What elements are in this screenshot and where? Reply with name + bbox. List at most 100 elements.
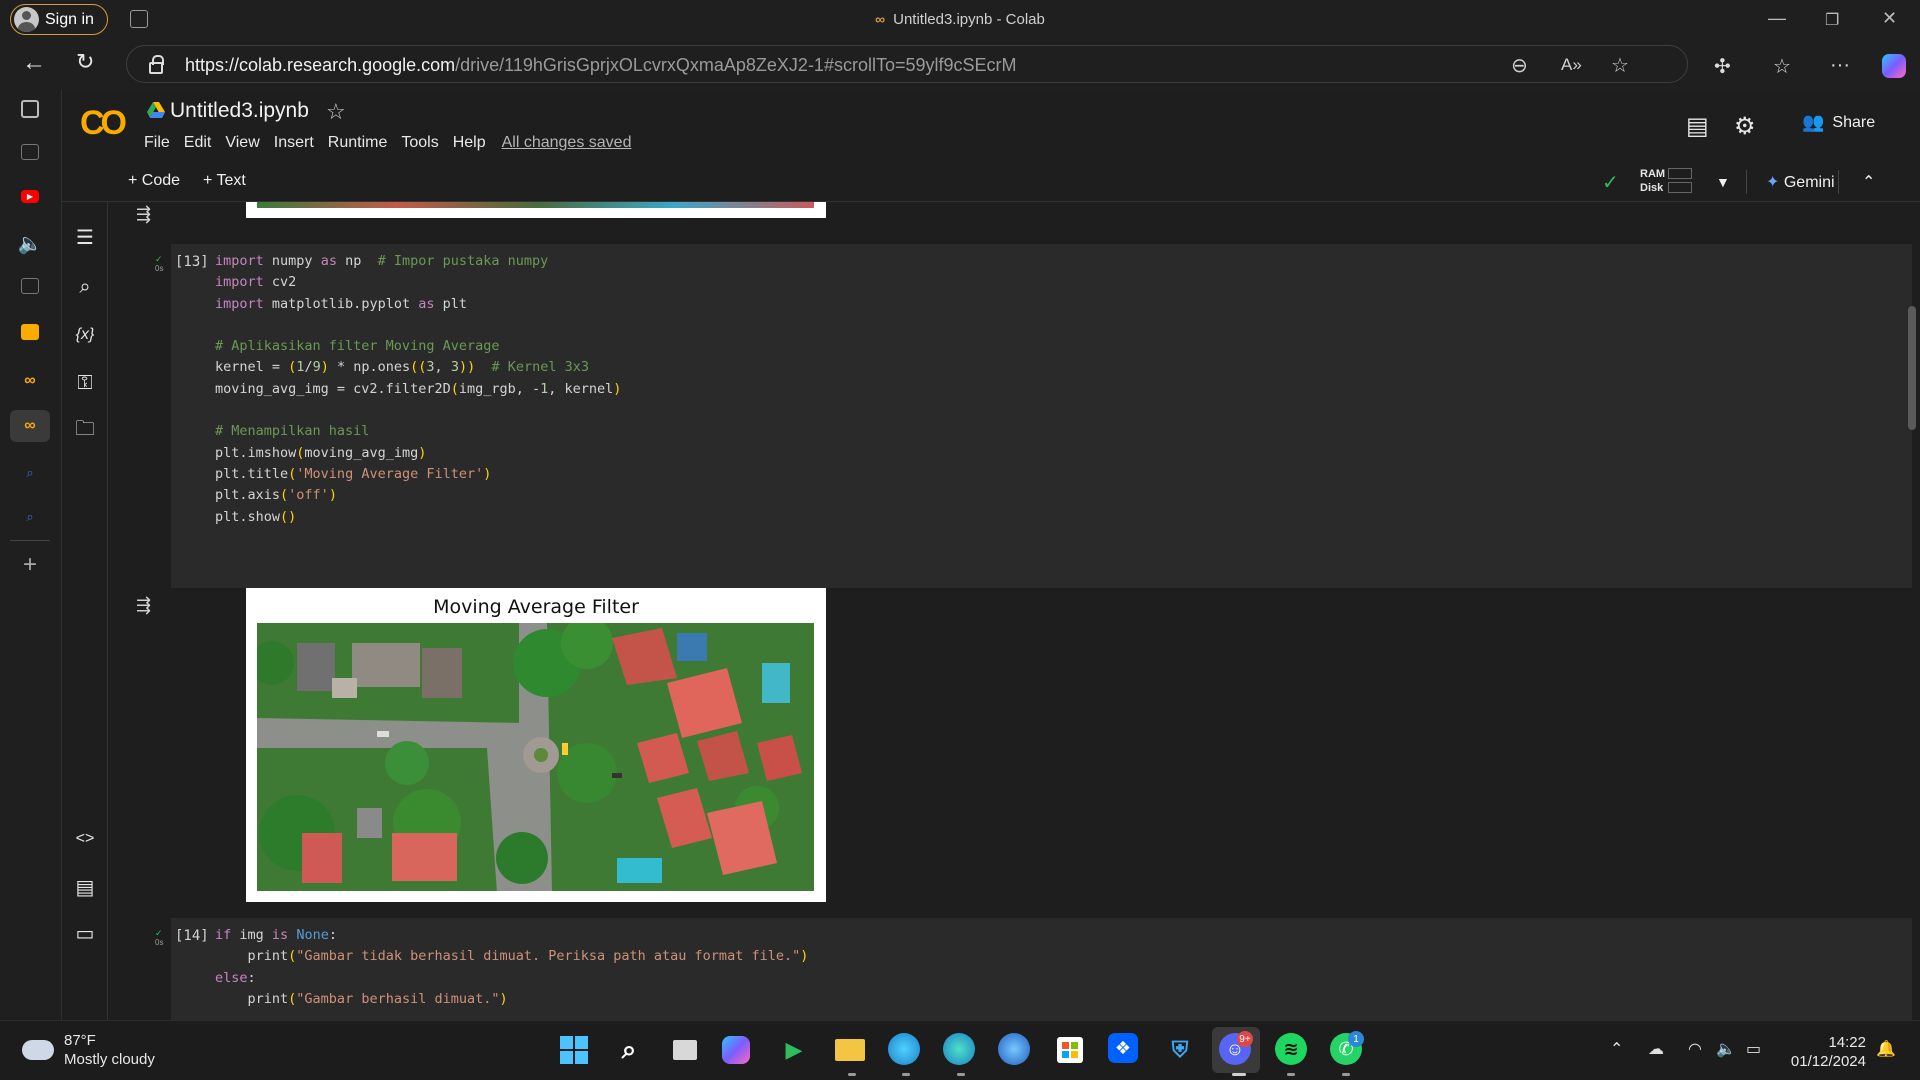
menu-runtime[interactable]: Runtime <box>328 134 388 152</box>
comment-icon[interactable]: ▤ <box>1686 112 1709 141</box>
weather-cloud-icon <box>18 1030 54 1060</box>
extensions-icon[interactable]: ✣ <box>1714 54 1731 79</box>
menu-file[interactable]: File <box>144 134 170 152</box>
search-app-icon[interactable]: ⌕ <box>17 460 43 486</box>
refresh-icon[interactable]: ↻ <box>76 49 94 75</box>
clock[interactable]: 14:22 01/12/2024 <box>1780 1033 1866 1071</box>
code-snippets-icon[interactable]: <> <box>72 826 98 852</box>
menu-tools[interactable]: Tools <box>401 134 438 152</box>
restore-icon[interactable]: ❐ <box>1825 10 1839 30</box>
code-cell[interactable]: ✓ 0s [13] import numpy as np # Impor pust… <box>155 244 1912 588</box>
menu-view[interactable]: View <box>225 134 259 152</box>
search-taskbar-icon[interactable]: ⌕ <box>612 1033 646 1067</box>
collections-icon[interactable]: ☆ <box>1773 54 1791 79</box>
active-indicator <box>1232 1073 1246 1076</box>
tray-overflow-icon[interactable]: ⌃ <box>1610 1039 1623 1059</box>
volume-icon[interactable]: 🔈 <box>1716 1039 1736 1059</box>
file-explorer-icon[interactable] <box>833 1033 867 1067</box>
weather-widget[interactable]: 87°F Mostly cloudy <box>18 1030 155 1069</box>
colab-logo[interactable]: CO <box>80 104 127 143</box>
zoom-icon[interactable]: ⊖ <box>1511 53 1528 78</box>
back-icon[interactable]: ← <box>22 49 46 77</box>
output-toggle-icon[interactable]: ⇶ <box>136 204 151 225</box>
edge-beta-icon[interactable] <box>998 1033 1030 1065</box>
runtime-dropdown-icon[interactable]: ▼ <box>1716 174 1730 190</box>
colab-app: CO Untitled3.ipynb ☆ File Edit View Inse… <box>62 90 1920 1020</box>
star-icon[interactable]: ☆ <box>326 99 346 125</box>
task-view-icon[interactable] <box>668 1033 702 1067</box>
collapse-icon[interactable]: ⌃ <box>1862 172 1875 192</box>
dropbox-icon[interactable]: ❖ <box>1108 1033 1138 1063</box>
search-app-icon-2[interactable]: ⌕ <box>17 504 43 530</box>
minimize-icon[interactable]: — <box>1768 8 1786 29</box>
copilot-icon[interactable] <box>1882 54 1906 78</box>
more-icon[interactable]: ··· <box>1830 54 1850 77</box>
disk-bar <box>1668 182 1692 193</box>
youtube-icon[interactable]: ▶ <box>21 190 39 203</box>
notebook-title[interactable]: Untitled3.ipynb <box>170 99 309 123</box>
toc-icon[interactable]: ☰ <box>72 224 98 250</box>
share-button[interactable]: 👥 Share <box>1802 112 1875 133</box>
store-icon[interactable] <box>1053 1033 1087 1067</box>
folder-icon[interactable]: 🗀 <box>72 418 98 444</box>
share-icon: 👥 <box>1802 112 1825 132</box>
add-app-icon[interactable]: + <box>17 551 43 578</box>
workspaces-icon[interactable] <box>21 100 39 118</box>
colab-left-rail: ☰ ⌕ {x} ⚿ 🗀 <> ▤ ▭ <box>62 202 108 1020</box>
variables-icon[interactable]: {x} <box>72 322 98 348</box>
command-palette-icon[interactable]: ▤ <box>72 874 98 900</box>
terminal-icon[interactable]: ▭ <box>72 920 98 946</box>
notebook-scrollbar[interactable] <box>1908 306 1916 430</box>
colab-tab-icon: ∞ <box>875 11 886 27</box>
url-text[interactable]: https://colab.research.google.com/drive/… <box>185 55 1017 76</box>
menu-help[interactable]: Help <box>453 134 486 152</box>
onedrive-icon[interactable]: ☁ <box>1648 1039 1664 1059</box>
notifications-icon[interactable]: 🔔 <box>1876 1039 1896 1059</box>
aerial-photo <box>257 623 814 891</box>
whatsapp-badge: 1 <box>1348 1031 1364 1047</box>
search-icon[interactable]: ⌕ <box>72 274 98 300</box>
code-editor[interactable]: import numpy as np # Impor pustaka numpy… <box>215 251 621 528</box>
colab-app-icon-active[interactable]: ∞ <box>10 410 50 442</box>
toolbar-divider <box>1746 170 1747 194</box>
previous-output-image <box>246 202 826 218</box>
code-editor[interactable]: if img is None: print("Gambar tidak berh… <box>215 925 808 1010</box>
code-cell[interactable]: ✓ 0s [14] if img is None: print("Gambar t… <box>155 918 1912 1020</box>
wifi-icon[interactable]: ◠ <box>1688 1039 1702 1059</box>
colab-app-icon[interactable]: ∞ <box>17 368 43 394</box>
speaker-icon[interactable]: 🔈 <box>17 230 43 256</box>
toolbar-divider-2 <box>1838 170 1839 194</box>
sidebar-app-icon[interactable] <box>21 144 39 160</box>
settings-icon[interactable]: ⚙ <box>1734 112 1756 141</box>
battery-icon[interactable]: ▭ <box>1746 1039 1761 1059</box>
gemini-button[interactable]: ✦ Gemini <box>1766 172 1835 192</box>
read-aloud-icon[interactable]: A» <box>1561 55 1582 75</box>
start-icon[interactable] <box>557 1033 591 1067</box>
menu-insert[interactable]: Insert <box>274 134 314 152</box>
gemini-icon: ✦ <box>1766 174 1780 191</box>
sidebar-divider <box>10 540 50 541</box>
notebook-toolbar: + Code + Text ✓ RAM Disk ▼ ✦ Gemini ⌃ <box>62 162 1920 202</box>
favorite-icon[interactable]: ☆ <box>1611 53 1629 78</box>
output-toggle-icon[interactable]: ⇶ <box>136 595 151 616</box>
add-code-button[interactable]: + Code <box>128 172 180 190</box>
edge-icon[interactable] <box>888 1033 920 1065</box>
execution-count[interactable]: [14] <box>175 928 209 944</box>
save-status[interactable]: All changes saved <box>502 134 632 152</box>
menu-edit[interactable]: Edit <box>184 134 212 152</box>
colab-header: CO Untitled3.ipynb ☆ File Edit View Inse… <box>62 90 1920 162</box>
ram-disk-indicator[interactable]: RAM Disk <box>1640 167 1692 195</box>
execution-count[interactable]: [13] <box>175 254 209 270</box>
edge-profile-icon[interactable] <box>943 1033 975 1065</box>
address-bar[interactable]: https://colab.research.google.com/drive/… <box>126 45 1688 83</box>
copilot-taskbar-icon[interactable] <box>722 1036 750 1064</box>
close-icon[interactable]: ✕ <box>1882 8 1897 29</box>
defender-icon[interactable]: ⛨ <box>1163 1033 1197 1067</box>
add-text-button[interactable]: + Text <box>203 172 246 190</box>
media-player-icon[interactable]: ▶ <box>777 1033 811 1067</box>
slides-icon[interactable] <box>21 324 39 340</box>
spotify-icon[interactable]: ≋ <box>1275 1033 1307 1065</box>
secrets-key-icon[interactable]: ⚿ <box>72 370 98 396</box>
lock-icon <box>149 55 164 74</box>
sidebar-app-icon-2[interactable] <box>21 278 39 294</box>
